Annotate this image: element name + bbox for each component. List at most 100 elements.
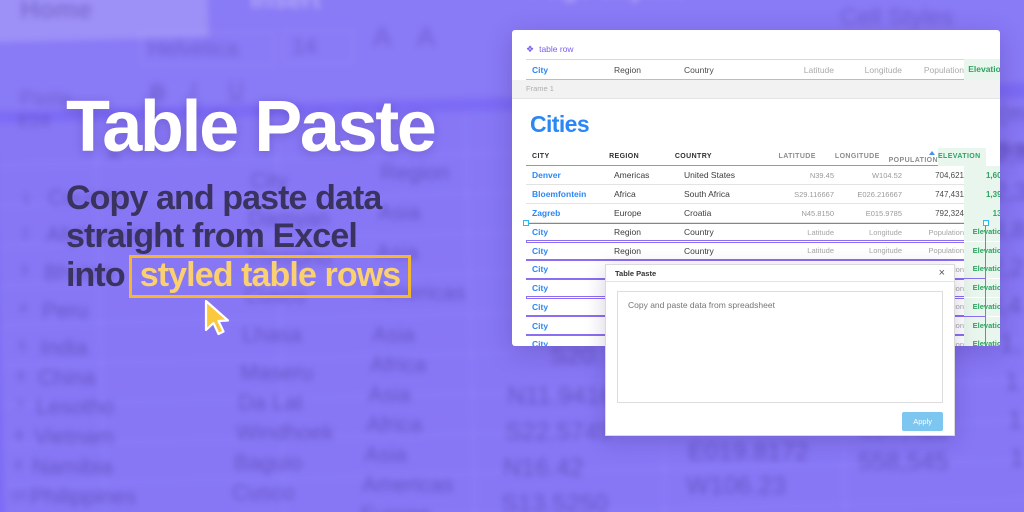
excel-lat-7: S22.5749 bbox=[505, 418, 613, 446]
placeholder-cell-city: City bbox=[532, 283, 549, 294]
placeholder-table-row[interactable]: City Region Country Latitude Longitude Popula… bbox=[526, 241, 1000, 260]
excel-lat-5: S20. bbox=[550, 342, 602, 370]
excel-country-4: India bbox=[40, 335, 88, 360]
ribbon-tab-home: Home bbox=[20, 0, 93, 24]
excel-row-num-10: 10 bbox=[10, 487, 27, 504]
dialog-footer: Apply bbox=[606, 408, 954, 435]
excel-region-5: Africa bbox=[370, 352, 427, 377]
excel-lat-9: S13.5250 bbox=[501, 490, 609, 512]
table-row[interactable]: Denver Americas United States N39.45 W10… bbox=[526, 165, 1000, 185]
cell-longitude: W104.52 bbox=[871, 170, 902, 180]
excel-pop-2: 558,545 bbox=[858, 448, 949, 476]
placeholder-cell-elevation: Elevation bbox=[964, 316, 1000, 335]
ribbon-font-name: Helvetica bbox=[148, 36, 239, 61]
ribbon-grow-font-icon: A bbox=[373, 22, 392, 52]
excel-row-num-8: 8 bbox=[15, 427, 24, 444]
cell-latitude: N45.8150 bbox=[801, 208, 834, 218]
placeholder-cell-elevation: Elevation bbox=[964, 241, 1000, 260]
sort-ascending-icon bbox=[928, 150, 935, 155]
excel-elev-8: 1 bbox=[1008, 406, 1022, 434]
placeholder-cell-elevation: Elevation bbox=[964, 335, 1000, 346]
dialog-header: Table Paste × bbox=[606, 265, 954, 283]
excel-elev-6: 1, bbox=[1000, 330, 1021, 358]
cell-city[interactable]: Zagreb bbox=[526, 208, 614, 218]
excel-lat-8: N16.42 bbox=[503, 454, 584, 482]
table-row-selection-badge[interactable]: ❖ table row bbox=[512, 30, 1000, 59]
table-row[interactable]: Zagreb Europe Croatia N45.8150 E015.9785… bbox=[526, 203, 1000, 223]
ghost-col-region: Region bbox=[614, 64, 641, 75]
cell-population: 792,324 bbox=[935, 208, 964, 218]
cell-city[interactable]: Denver bbox=[526, 170, 614, 180]
cell-country: Croatia bbox=[684, 208, 712, 218]
placeholder-cell-region: Region bbox=[614, 227, 641, 238]
ghost-col-country: Country bbox=[684, 64, 714, 75]
ghost-col-elevation: Elevation bbox=[964, 59, 1000, 80]
placeholder-cell-latitude: Latitude bbox=[807, 227, 834, 237]
excel-city-4: Lhasa bbox=[242, 322, 302, 347]
cell-population: 704,621 bbox=[935, 170, 964, 180]
promo-banner: Home Insert Page Layout Paste Helvetica … bbox=[0, 0, 1024, 512]
cell-elevation: 1,395 bbox=[964, 184, 1000, 204]
ghost-col-population: Population bbox=[923, 64, 964, 75]
excel-elev-header: (m) bbox=[998, 100, 1024, 128]
selection-handle-top-right[interactable] bbox=[983, 220, 989, 226]
th-region[interactable]: REGION bbox=[609, 153, 675, 160]
excel-lng-4: W106.23 bbox=[686, 472, 787, 500]
cell-region: Americas bbox=[614, 170, 650, 180]
ribbon-paste-label: Paste bbox=[20, 88, 72, 110]
paste-textarea[interactable] bbox=[617, 291, 943, 404]
excel-country-7: Vietnam bbox=[34, 424, 115, 449]
placeholder-cell-country: Country bbox=[684, 227, 714, 238]
cell-country: United States bbox=[684, 170, 736, 180]
dialog-title: Table Paste bbox=[615, 268, 657, 278]
excel-row-num-4: 4 bbox=[19, 300, 28, 317]
ghost-col-latitude: Latitude bbox=[803, 64, 834, 75]
selection-handle-top-left[interactable] bbox=[523, 220, 529, 226]
excel-city-8: Baguio bbox=[234, 450, 303, 475]
cell-latitude: S29.116667 bbox=[794, 189, 834, 199]
th-population[interactable]: POPULATION bbox=[880, 150, 938, 164]
placeholder-cell-population: Population bbox=[928, 246, 964, 256]
ribbon-tab-page-layout: Page Layout bbox=[530, 0, 685, 4]
move-diamond-icon: ❖ bbox=[526, 43, 535, 54]
th-latitude[interactable]: LATITUDE bbox=[758, 153, 816, 160]
excel-region-9: Americas bbox=[362, 472, 454, 497]
hero-subtitle-line-3: into styled table rows bbox=[66, 254, 506, 299]
th-longitude[interactable]: LONGITUDE bbox=[816, 153, 880, 160]
th-elevation[interactable]: ELEVATION bbox=[937, 147, 986, 166]
excel-region-7: Africa bbox=[366, 412, 423, 437]
table-row-badge-label: table row bbox=[539, 44, 574, 54]
cell-region: Africa bbox=[614, 189, 636, 199]
placeholder-cell-city: City bbox=[532, 264, 549, 275]
placeholder-cell-longitude: Longitude bbox=[869, 246, 902, 256]
placeholder-cell-longitude: Longitude bbox=[869, 227, 902, 237]
placeholder-cell-city: City bbox=[532, 320, 549, 331]
close-icon[interactable]: × bbox=[939, 267, 945, 279]
cell-elevation: 130 bbox=[964, 203, 1000, 223]
cell-region: Europe bbox=[614, 208, 642, 218]
ghost-header-row: City Region Country Latitude Longitude P… bbox=[526, 59, 1000, 80]
ribbon-cell-styles: Cell Styles bbox=[840, 4, 954, 31]
excel-region-6: Asia bbox=[368, 382, 411, 407]
placeholder-table-row[interactable]: City Region Country Latitude Longitude Popula… bbox=[526, 223, 1000, 242]
th-city[interactable]: CITY bbox=[526, 153, 609, 160]
hero-subtitle-prefix: into bbox=[66, 255, 126, 294]
placeholder-cell-city: City bbox=[532, 301, 549, 312]
table-paste-dialog: Table Paste × Apply bbox=[605, 264, 955, 436]
th-country[interactable]: COUNTRY bbox=[675, 153, 758, 160]
hero-subtitle: Copy and paste data straight from Excel … bbox=[66, 179, 506, 299]
excel-city-7: Windhoek bbox=[236, 420, 334, 445]
apply-button[interactable]: Apply bbox=[902, 412, 943, 432]
placeholder-cell-elevation: Elevation bbox=[964, 223, 1000, 242]
excel-elev-9: 1 bbox=[1010, 444, 1024, 472]
excel-region-10: Europe bbox=[360, 502, 431, 512]
mouse-cursor-icon bbox=[204, 300, 230, 336]
hero-highlight-phrase: styled table rows bbox=[128, 254, 412, 299]
placeholder-cell-country: Country bbox=[684, 245, 714, 256]
excel-city-6: Da Lat bbox=[238, 390, 303, 415]
table-row[interactable]: Bloemfontein Africa South Africa S29.116… bbox=[526, 184, 1000, 204]
cell-city[interactable]: Bloemfontein bbox=[526, 189, 614, 199]
placeholder-cell-region: Region bbox=[614, 245, 641, 256]
excel-row-num-5: 5 bbox=[18, 338, 27, 355]
excel-city-5: Maseru bbox=[240, 360, 314, 385]
